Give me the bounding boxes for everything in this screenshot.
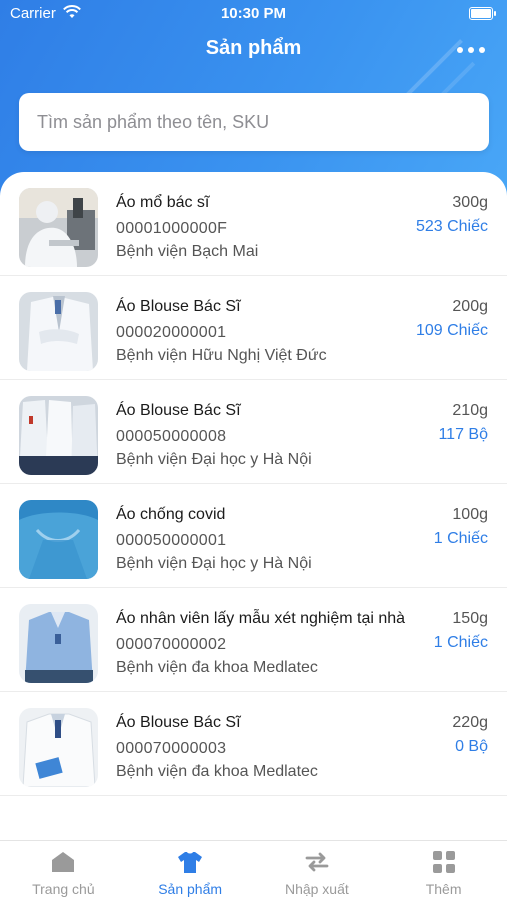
product-name: Áo Blouse Bác Sĩ <box>116 714 241 731</box>
tab-label: Nhập xuất <box>284 881 349 897</box>
product-weight: 100g <box>452 506 488 523</box>
product-image <box>19 188 98 267</box>
clock: 10:30 PM <box>220 5 287 22</box>
product-weight: 300g <box>452 194 488 211</box>
product-sku: 000070000002 <box>116 636 227 653</box>
home-icon <box>52 852 75 872</box>
product-name: Áo nhân viên lấy mẫu xét nghiệm tại nhà <box>116 610 406 627</box>
product-organization: Bệnh viện đa khoa Medlatec <box>116 763 318 780</box>
product-row[interactable]: Áo nhân viên lấy mẫu xét nghiệm tại nhà … <box>0 588 507 692</box>
transfer-icon <box>305 852 329 872</box>
product-row[interactable]: Áo Blouse Bác Sĩ 000070000003 Bệnh viện … <box>0 692 507 796</box>
tab-home[interactable]: Trang chủ <box>0 841 127 900</box>
dot-icon <box>479 47 485 53</box>
more-options-button[interactable] <box>457 42 489 58</box>
product-organization: Bệnh viện Bạch Mai <box>116 243 259 260</box>
product-quantity: 0 Bộ <box>455 738 488 755</box>
product-image <box>19 396 98 475</box>
product-name: Áo mổ bác sĩ <box>116 194 210 211</box>
product-row[interactable]: Áo chống covid 000050000001 Bệnh viện Đạ… <box>0 484 507 588</box>
product-sku: 00001000000F <box>116 220 228 237</box>
product-weight: 200g <box>452 298 488 315</box>
tab-label: Trang chủ <box>32 881 95 897</box>
product-image <box>19 708 98 787</box>
shirt-icon <box>178 852 203 873</box>
product-row[interactable]: Áo Blouse Bác Sĩ 000020000001 Bệnh viện … <box>0 276 507 380</box>
tab-label: Thêm <box>425 881 462 897</box>
dot-icon <box>457 47 463 53</box>
tab-bar: Trang chủ Sản phẩm Nhập xuất Thêm <box>0 840 507 900</box>
product-image <box>19 604 98 683</box>
product-list: Áo mổ bác sĩ 00001000000F Bệnh viện Bạch… <box>0 172 507 840</box>
page-title: Sản phẩm <box>205 37 302 59</box>
product-weight: 150g <box>452 610 488 627</box>
tab-more[interactable]: Thêm <box>380 841 507 900</box>
product-image <box>19 292 98 371</box>
dot-icon <box>468 47 474 53</box>
product-quantity: 1 Chiếc <box>433 634 488 651</box>
product-weight: 220g <box>452 714 488 731</box>
grid-icon <box>432 851 455 873</box>
product-sku: 000070000003 <box>116 740 227 757</box>
product-row[interactable]: Áo Blouse Bác Sĩ 000050000008 Bệnh viện … <box>0 380 507 484</box>
product-weight: 210g <box>452 402 488 419</box>
product-sku: 000020000001 <box>116 324 227 341</box>
product-row[interactable]: Áo mổ bác sĩ 00001000000F Bệnh viện Bạch… <box>0 172 507 276</box>
product-quantity: 109 Chiếc <box>415 322 488 339</box>
product-organization: Bệnh viện Đại học y Hà Nội <box>116 451 312 468</box>
tab-import-export[interactable]: Nhập xuất <box>254 841 381 900</box>
product-name: Áo Blouse Bác Sĩ <box>116 298 241 315</box>
product-sku: 000050000008 <box>116 428 227 445</box>
product-organization: Bệnh viện đa khoa Medlatec <box>116 659 318 676</box>
product-image <box>19 500 98 579</box>
battery-icon <box>469 7 496 20</box>
product-name: Áo Blouse Bác Sĩ <box>116 402 241 419</box>
product-quantity: 523 Chiếc <box>415 218 488 235</box>
product-sku: 000050000001 <box>116 532 227 549</box>
product-organization: Bệnh viện Hữu Nghị Việt Đức <box>116 347 327 364</box>
product-quantity: 117 Bộ <box>438 426 488 443</box>
tab-label: Sản phẩm <box>158 881 223 897</box>
product-quantity: 1 Chiếc <box>433 530 488 547</box>
search-input[interactable] <box>37 111 471 133</box>
tab-products[interactable]: Sản phẩm <box>127 841 254 900</box>
product-name: Áo chống covid <box>116 506 226 523</box>
search-box[interactable] <box>19 93 489 151</box>
status-bar: Carrier 10:30 PM <box>0 0 507 28</box>
product-organization: Bệnh viện Đại học y Hà Nội <box>116 555 312 572</box>
